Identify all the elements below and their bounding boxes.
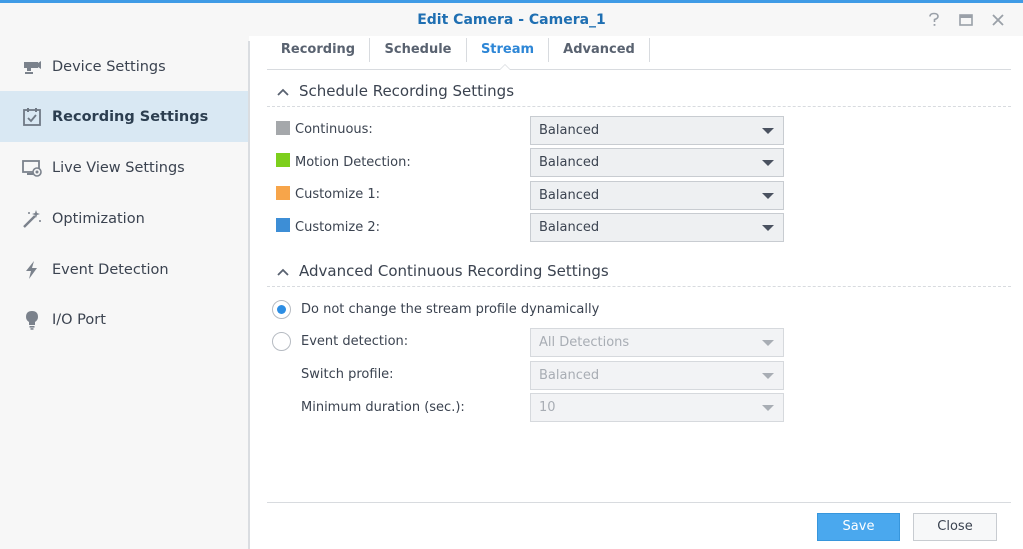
radio-selected-dot <box>277 305 286 314</box>
maximize-icon[interactable] <box>957 11 975 29</box>
dropdown-arrow-icon <box>762 128 774 134</box>
select-value: Balanced <box>539 123 600 138</box>
dropdown-arrow-icon <box>762 340 774 346</box>
select-value: Balanced <box>539 368 600 383</box>
continuous-label: Continuous: <box>295 122 373 137</box>
customize-2-profile-select[interactable]: Balanced <box>530 213 784 242</box>
tab-advanced[interactable]: Advanced <box>549 36 649 69</box>
sidebar: Device Settings Recording Settings Live … <box>0 36 249 549</box>
select-value: Balanced <box>539 188 600 203</box>
select-value: Balanced <box>539 220 600 235</box>
no-change-label: Do not change the stream profile dynamic… <box>301 302 600 317</box>
event-detection-select[interactable]: All Detections <box>530 328 784 357</box>
lightning-icon <box>20 258 44 282</box>
title-bar: Edit Camera - Camera_1 <box>0 3 1023 36</box>
switch-profile-label: Switch profile: <box>301 367 394 382</box>
dropdown-arrow-icon <box>762 193 774 199</box>
sidebar-item-label: Device Settings <box>52 58 166 75</box>
calendar-check-icon <box>20 105 44 129</box>
select-value: All Detections <box>539 335 630 350</box>
select-value: Balanced <box>539 155 600 170</box>
customize-1-label: Customize 1: <box>295 187 381 202</box>
customize-1-profile-select[interactable]: Balanced <box>530 181 784 210</box>
motion-detection-label: Motion Detection: <box>295 155 411 170</box>
sidebar-item-live-view-settings[interactable]: Live View Settings <box>0 142 249 193</box>
minimum-duration-select[interactable]: 10 <box>530 393 784 422</box>
tab-schedule[interactable]: Schedule <box>370 36 466 69</box>
sidebar-item-label: Event Detection <box>52 261 169 278</box>
no-change-radio[interactable] <box>272 300 291 319</box>
chevron-up-icon <box>277 88 289 96</box>
tab-recording[interactable]: Recording <box>267 36 369 69</box>
dropdown-arrow-icon <box>762 373 774 379</box>
tab-bar: Recording Schedule Stream Advanced <box>267 36 1011 70</box>
minimum-duration-label: Minimum duration (sec.): <box>301 400 465 415</box>
event-detection-label: Event detection: <box>301 334 409 349</box>
sidebar-item-optimization[interactable]: Optimization <box>0 193 249 244</box>
event-detection-radio[interactable] <box>272 332 291 351</box>
monitor-icon <box>20 156 44 180</box>
sidebar-item-label: Recording Settings <box>52 108 209 125</box>
motion-detection-profile-select[interactable]: Balanced <box>530 148 784 177</box>
dropdown-arrow-icon <box>762 405 774 411</box>
sidebar-divider <box>248 41 250 549</box>
sidebar-item-label: Live View Settings <box>52 159 185 176</box>
dropdown-arrow-icon <box>762 160 774 166</box>
sidebar-item-label: Optimization <box>52 210 145 227</box>
bulb-icon <box>20 308 44 332</box>
continuous-profile-select[interactable]: Balanced <box>530 116 784 145</box>
section-title: Advanced Continuous Recording Settings <box>299 262 609 280</box>
close-button[interactable]: Close <box>913 513 997 541</box>
switch-profile-select[interactable]: Balanced <box>530 361 784 390</box>
camera-icon <box>20 55 44 79</box>
save-button[interactable]: Save <box>817 513 900 541</box>
customize-2-label: Customize 2: <box>295 220 381 235</box>
close-icon[interactable] <box>989 11 1007 29</box>
chevron-up-icon <box>277 268 289 276</box>
tab-separator <box>649 38 650 62</box>
help-icon[interactable] <box>925 11 943 29</box>
sidebar-item-device-settings[interactable]: Device Settings <box>0 41 249 92</box>
sidebar-item-label: I/O Port <box>52 311 106 328</box>
section-header-advanced-continuous[interactable]: Advanced Continuous Recording Settings <box>267 259 1011 287</box>
footer-divider <box>267 502 1011 503</box>
window-title: Edit Camera - Camera_1 <box>417 12 606 28</box>
section-header-schedule-recording[interactable]: Schedule Recording Settings <box>267 79 1011 107</box>
customize-2-color-swatch <box>276 218 290 232</box>
magic-wand-icon <box>20 207 44 231</box>
select-value: 10 <box>539 400 556 415</box>
active-tab-indicator-inner <box>500 65 510 70</box>
sidebar-item-io-port[interactable]: I/O Port <box>0 294 249 345</box>
motion-detection-color-swatch <box>276 153 290 167</box>
section-title: Schedule Recording Settings <box>299 82 515 100</box>
sidebar-item-event-detection[interactable]: Event Detection <box>0 244 249 295</box>
continuous-color-swatch <box>276 121 290 135</box>
dropdown-arrow-icon <box>762 225 774 231</box>
customize-1-color-swatch <box>276 186 290 200</box>
sidebar-item-recording-settings[interactable]: Recording Settings <box>0 91 249 142</box>
